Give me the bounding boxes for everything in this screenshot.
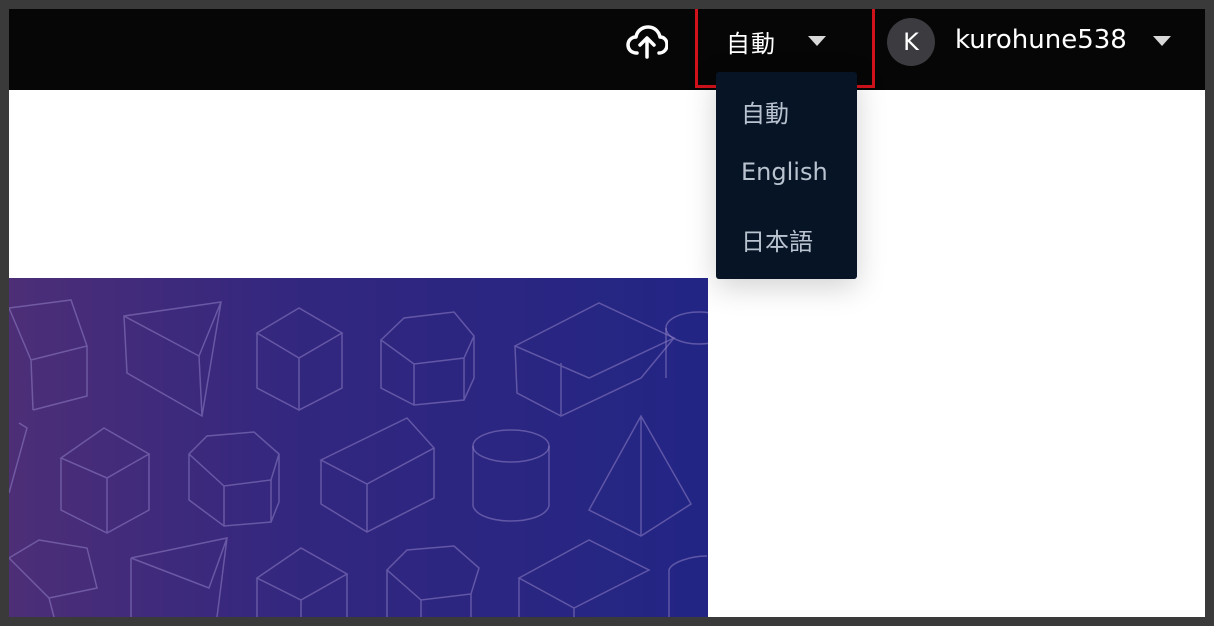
hero-banner [9, 278, 708, 617]
cloud-upload-icon[interactable] [626, 24, 668, 60]
user-menu-chevron-icon[interactable] [1153, 36, 1171, 46]
app-frame: 自動 K kurohune538 自動 English 日本語 [9, 9, 1205, 617]
username-label[interactable]: kurohune538 [955, 25, 1127, 55]
top-navbar: 自動 K kurohune538 [9, 9, 1205, 90]
avatar[interactable]: K [887, 18, 935, 66]
geometric-shapes-pattern [9, 299, 708, 617]
language-option-japanese[interactable]: 日本語 [741, 222, 813, 257]
language-option-auto[interactable]: 自動 [741, 94, 789, 129]
language-dropdown-menu: 自動 English 日本語 [716, 72, 857, 279]
language-option-english[interactable]: English [741, 158, 828, 186]
